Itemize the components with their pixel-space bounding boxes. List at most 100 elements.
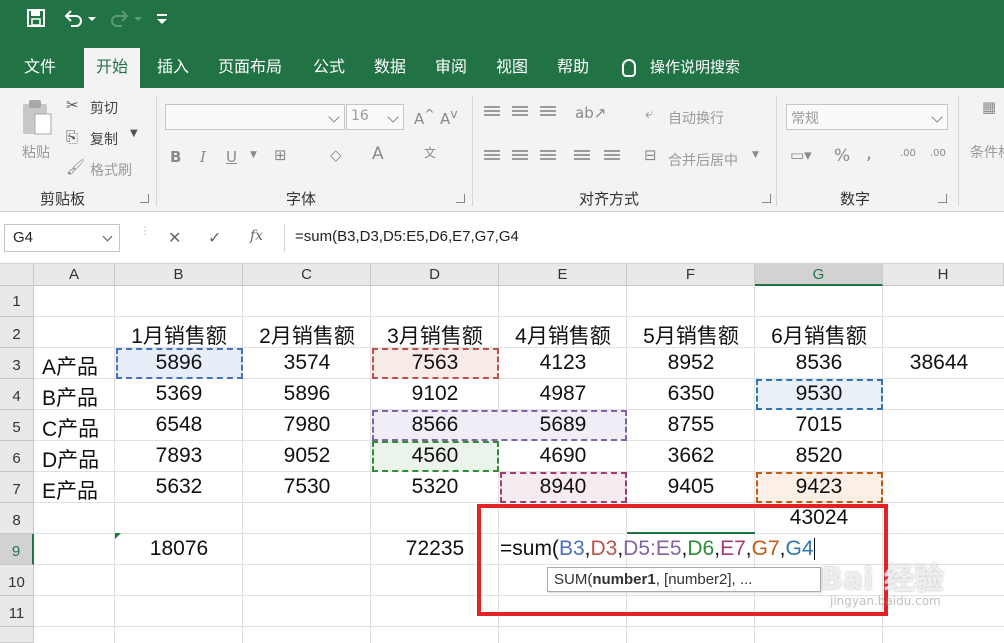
format-painter-button[interactable]: 格式刷 [90,160,132,180]
border-icon[interactable]: ⊞ [274,146,287,164]
decrease-indent-icon[interactable] [574,150,590,162]
accounting-format-icon[interactable]: ▭▾ [790,146,812,164]
increase-indent-icon[interactable] [604,150,620,162]
tab-formulas[interactable]: 公式 [301,48,357,88]
tab-review[interactable]: 审阅 [423,48,479,88]
tab-view[interactable]: 视图 [484,48,540,88]
row-header-9[interactable]: 9 [0,534,34,565]
row-header-10[interactable]: 10 [0,565,34,596]
value-cell[interactable]: 8520 [755,444,883,468]
name-box[interactable]: G4 [4,224,120,252]
column-header-a[interactable]: A [34,264,115,286]
tab-help[interactable]: 帮助 [545,48,601,88]
value-cell[interactable]: 5896 [243,382,371,406]
align-left-icon[interactable] [484,150,500,162]
align-right-icon[interactable] [540,150,556,162]
column-header-f[interactable]: F [627,264,755,286]
format-painter-icon[interactable]: 🖌 [66,158,85,176]
total-cell-b9[interactable]: 18076 [115,537,243,561]
merge-center-button[interactable]: 合并后居中 [668,150,738,170]
tell-me-search[interactable]: 操作说明搜索 [622,48,740,88]
percent-button[interactable]: % [834,146,850,166]
column-header-b[interactable]: B [115,264,243,286]
value-cell[interactable]: 6548 [115,413,243,437]
tab-file[interactable]: 文件 [12,48,68,88]
row-header-3[interactable]: 3 [0,348,34,379]
row-header-7[interactable]: 7 [0,472,34,503]
font-size-dropdown[interactable]: 16 [346,104,404,130]
copy-dropdown-icon[interactable]: ▼ [130,128,138,139]
value-cell[interactable]: 5632 [115,475,243,499]
enter-icon[interactable]: ✓ [208,228,221,247]
tab-data[interactable]: 数据 [362,48,418,88]
value-cell[interactable]: 7015 [755,413,883,437]
italic-button[interactable]: I [200,148,206,166]
copy-icon[interactable]: ⎘ [66,128,78,146]
save-icon[interactable] [26,8,46,34]
cancel-icon[interactable]: ✕ [168,228,181,247]
value-cell[interactable]: 4560 [371,444,499,468]
value-cell[interactable]: 6350 [627,382,755,406]
row-header-12[interactable] [0,627,34,643]
phonetic-icon[interactable]: 文 [424,144,436,161]
wrap-text-icon[interactable]: ⤶ [645,104,653,122]
row-label-cell[interactable]: D产品 [42,444,99,474]
row-label-cell[interactable]: A产品 [42,351,98,381]
value-cell[interactable]: 7893 [115,444,243,468]
worksheet-grid[interactable]: A B C D E F G H 1 2 3 4 5 6 7 8 9 10 11 … [0,264,1004,643]
font-launcher-icon[interactable] [456,194,465,203]
decrease-decimal-button[interactable]: .00 [930,148,946,159]
cut-icon[interactable]: ✂ [66,96,79,114]
value-cell[interactable]: 3662 [627,444,755,468]
value-cell[interactable]: 9052 [243,444,371,468]
alignment-launcher-icon[interactable] [762,194,771,203]
row-header-8[interactable]: 8 [0,503,34,534]
tab-home[interactable]: 开始 [84,48,141,88]
align-center-icon[interactable] [512,150,528,162]
insert-function-icon[interactable]: fx [250,228,263,244]
font-name-dropdown[interactable] [165,104,345,130]
undo-icon[interactable] [62,8,96,34]
tab-page-layout[interactable]: 页面布局 [206,48,294,88]
redo-icon[interactable] [108,8,142,34]
value-cell[interactable]: 7563 [371,351,499,375]
value-cell[interactable]: 9102 [371,382,499,406]
value-cell[interactable]: 9405 [627,475,755,499]
header-cell[interactable]: 2月销售额 [243,320,371,350]
column-header-e[interactable]: E [499,264,627,286]
value-cell[interactable]: 9423 [755,475,883,499]
row-header-2[interactable]: 2 [0,317,34,348]
header-cell[interactable]: 1月销售额 [115,320,243,350]
value-cell[interactable]: 8536 [755,351,883,375]
value-cell[interactable]: 3574 [243,351,371,375]
row-label-cell[interactable]: C产品 [42,413,99,443]
row-header-5[interactable]: 5 [0,410,34,441]
formula-bar-grip-icon[interactable]: ⋮ [140,226,150,237]
row-header-4[interactable]: 4 [0,379,34,410]
shrink-font-icon[interactable]: Av [440,106,458,128]
clipboard-launcher-icon[interactable] [140,194,149,203]
increase-decimal-button[interactable]: .00 [900,148,916,159]
font-color-icon[interactable]: A [372,144,384,164]
underline-button[interactable]: U [226,148,237,166]
grow-font-icon[interactable]: A^ [414,106,435,128]
row-label-cell[interactable]: E产品 [42,475,98,505]
name-box-dropdown-icon[interactable] [102,231,113,242]
cut-button[interactable]: 剪切 [90,98,118,118]
column-header-g[interactable]: G [755,264,883,286]
align-top-icon[interactable] [484,106,500,118]
conditional-format-icon[interactable]: ▦ [982,98,996,116]
merge-dropdown-icon[interactable]: ▼ [752,150,759,160]
value-cell[interactable]: 7530 [243,475,371,499]
number-format-dropdown[interactable]: 常规 [786,104,948,130]
align-bottom-icon[interactable] [540,106,556,118]
paste-icon[interactable] [20,98,54,140]
value-cell[interactable]: 4123 [499,351,627,375]
wrap-text-button[interactable]: 自动换行 [668,108,724,128]
conditional-format-button[interactable]: 条件格 [970,142,1004,162]
column-header-d[interactable]: D [371,264,499,286]
select-all-corner[interactable] [0,264,34,286]
header-cell[interactable]: 4月销售额 [499,320,627,350]
comma-style-button[interactable]: , [866,142,872,164]
fill-color-icon[interactable]: ◇ [330,146,342,164]
